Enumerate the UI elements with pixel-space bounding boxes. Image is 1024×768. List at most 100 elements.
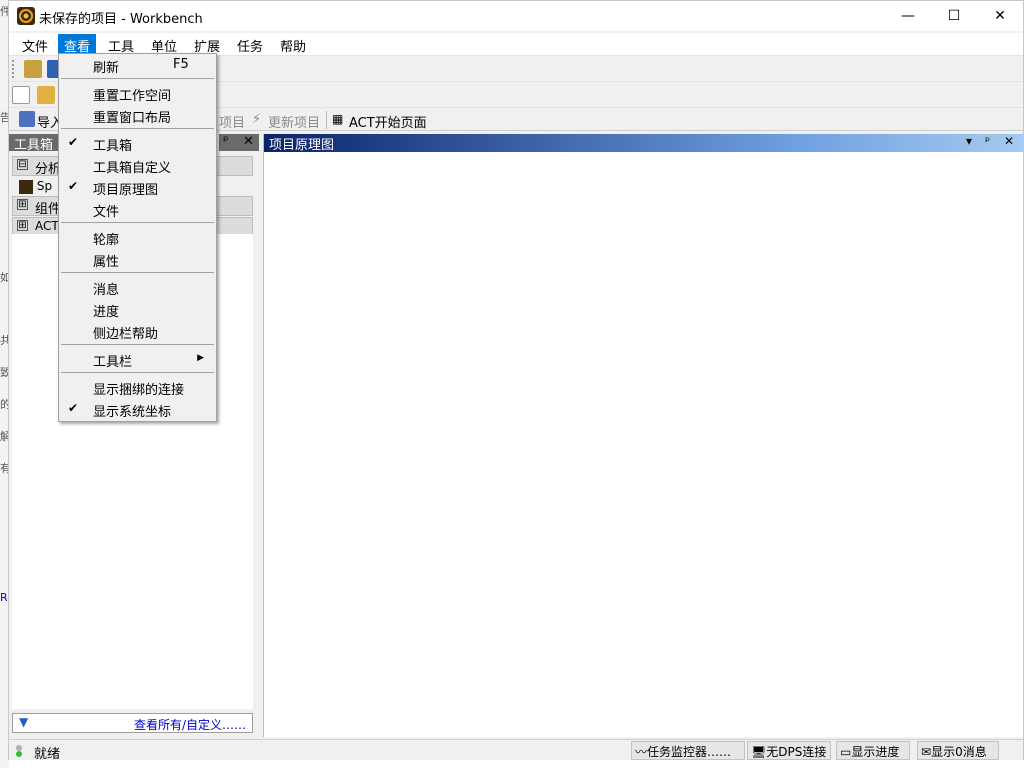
menu-separator xyxy=(61,78,214,79)
spaceclaim-icon xyxy=(19,179,33,194)
menu-label: 文件 xyxy=(93,205,120,220)
monitor-icon: 🖥 xyxy=(751,745,767,759)
filter-icon[interactable]: ▼ xyxy=(19,715,28,729)
task-monitor-button[interactable]: 〰任务监控器…… xyxy=(631,741,745,760)
menu-separator xyxy=(61,272,214,273)
view-menu-dropdown: 刷新 F5 重置工作空间 重置窗口布局 ✔ 工具箱 工具箱自定义 ✔ 项目原理图… xyxy=(58,53,217,422)
menu-help[interactable]: 帮助 xyxy=(274,34,312,55)
project-icon[interactable] xyxy=(24,60,42,78)
menu-outline[interactable]: 轮廓 xyxy=(61,226,214,248)
close-pane-icon[interactable]: ✕ xyxy=(1004,134,1014,148)
bg-text: R xyxy=(0,591,8,604)
menu-label: 属性 xyxy=(93,255,120,270)
dps-button[interactable]: 🖥无DPS连接 xyxy=(747,741,831,760)
menu-view[interactable]: 查看 xyxy=(58,34,97,55)
menu-toolbars[interactable]: 工具栏 ▶ xyxy=(61,348,214,370)
close-pane-icon[interactable]: ✕ xyxy=(243,134,254,149)
menu-jobs[interactable]: 任务 xyxy=(231,34,269,55)
open-folder-icon[interactable] xyxy=(37,86,55,104)
menu-units[interactable]: 单位 xyxy=(145,34,183,55)
minimize-button[interactable]: — xyxy=(885,1,931,31)
toolbox-title: 工具箱 xyxy=(14,138,54,153)
window-title: 未保存的项目 - Workbench xyxy=(39,12,203,27)
menu-label: 项目原理图 xyxy=(93,183,159,198)
menu-bar: 文件 查看 工具 单位 扩展 任务 帮助 xyxy=(9,33,1023,55)
grid-icon: ▦ xyxy=(332,112,344,126)
menu-label: 刷新 xyxy=(93,61,120,76)
menu-project-schematic[interactable]: ✔ 项目原理图 xyxy=(61,176,214,198)
group-label: ACT xyxy=(35,219,59,233)
menu-label: 轮廓 xyxy=(93,233,120,248)
schematic-header: 项目原理图 ▾ ᵖ ✕ xyxy=(264,134,1023,153)
filter-bar: ▼ 查看所有/自定义…… xyxy=(12,713,253,733)
menu-sidebar-help[interactable]: 侧边栏帮助 xyxy=(61,320,214,342)
project-schematic-pane: 项目原理图 ▾ ᵖ ✕ xyxy=(263,134,1023,737)
status-light-icon xyxy=(15,744,23,758)
menu-toolbox-custom[interactable]: 工具箱自定义 xyxy=(61,154,214,176)
check-icon: ✔ xyxy=(68,135,79,149)
menu-toolbox[interactable]: ✔ 工具箱 xyxy=(61,132,214,154)
toolbox-item-label: Sp xyxy=(36,179,53,193)
shortcut-label: F5 xyxy=(173,57,189,72)
expand-icon: ⊞ xyxy=(17,199,28,210)
menu-label: 进度 xyxy=(93,305,120,320)
menu-reset-workspace[interactable]: 重置工作空间 xyxy=(61,82,214,104)
toolbox-item[interactable]: Sp xyxy=(19,179,52,194)
menu-separator xyxy=(61,372,214,373)
new-file-icon[interactable] xyxy=(12,86,30,104)
workbench-logo-icon xyxy=(17,7,35,25)
menu-show-coords[interactable]: ✔ 显示系统坐标 xyxy=(61,398,214,420)
menu-label: 重置窗口布局 xyxy=(93,111,172,126)
pulse-icon: 〰 xyxy=(635,745,648,759)
check-icon: ✔ xyxy=(68,179,79,193)
menu-separator xyxy=(61,128,214,129)
menu-label: 消息 xyxy=(93,283,120,298)
import-icon xyxy=(19,111,35,127)
menu-refresh[interactable]: 刷新 F5 xyxy=(61,54,214,76)
menu-files[interactable]: 文件 xyxy=(61,198,214,220)
update-project-button[interactable]: 更新项目 xyxy=(268,112,320,131)
dropdown-icon[interactable]: ▾ xyxy=(966,134,972,148)
dps-label: 无DPS连接 xyxy=(766,745,827,759)
menu-label: 工具箱自定义 xyxy=(93,161,172,176)
toolbar-separator xyxy=(326,111,327,129)
show-progress-label: 显示进度 xyxy=(851,745,900,759)
act-start-page-button[interactable]: ACT开始页面 xyxy=(349,112,427,131)
menu-show-connections[interactable]: 显示捆绑的连接 xyxy=(61,376,214,398)
title-bar: 未保存的项目 - Workbench — ☐ ✕ xyxy=(9,1,1023,31)
menu-messages[interactable]: 消息 xyxy=(61,276,214,298)
menu-label: 显示捆绑的连接 xyxy=(93,383,185,398)
pin-icon[interactable]: ᵖ xyxy=(985,134,990,148)
close-button[interactable]: ✕ xyxy=(977,1,1023,31)
status-bar: 就绪 〰任务监控器…… 🖥无DPS连接 ▭显示进度 ✉显示0消息 xyxy=(9,739,1023,762)
menu-reset-layout[interactable]: 重置窗口布局 xyxy=(61,104,214,126)
menu-progress[interactable]: 进度 xyxy=(61,298,214,320)
progress-icon: ▭ xyxy=(840,745,852,759)
show-progress-button[interactable]: ▭显示进度 xyxy=(836,741,910,760)
menu-file[interactable]: 文件 xyxy=(16,34,54,55)
pin-icon[interactable]: ᵖ xyxy=(223,134,229,149)
message-icon: ✉ xyxy=(921,745,932,759)
messages-label: 显示0消息 xyxy=(931,745,987,759)
submenu-arrow-icon: ▶ xyxy=(197,353,204,363)
menu-tools[interactable]: 工具 xyxy=(102,34,140,55)
menu-separator xyxy=(61,222,214,223)
menu-separator xyxy=(61,344,214,345)
refresh-project-button[interactable]: 项目 xyxy=(219,112,245,131)
lightning-icon: ⚡ xyxy=(252,112,262,127)
show-messages-button[interactable]: ✉显示0消息 xyxy=(917,741,999,760)
menu-extensions[interactable]: 扩展 xyxy=(188,34,226,55)
expand-icon: ⊞ xyxy=(17,220,28,231)
maximize-button[interactable]: ☐ xyxy=(931,1,977,31)
schematic-title: 项目原理图 xyxy=(269,138,335,153)
check-icon: ✔ xyxy=(68,401,79,415)
menu-label: 工具箱 xyxy=(93,139,133,154)
toolbar-grip[interactable] xyxy=(12,60,15,78)
view-all-customize-link[interactable]: 查看所有/自定义…… xyxy=(134,716,246,733)
menu-properties[interactable]: 属性 xyxy=(61,248,214,270)
menu-label: 工具栏 xyxy=(93,355,133,370)
task-monitor-label: 任务监控器…… xyxy=(647,745,732,759)
collapse-icon: ⊟ xyxy=(17,159,28,170)
menu-label: 显示系统坐标 xyxy=(93,405,172,420)
menu-label: 重置工作空间 xyxy=(93,89,172,104)
